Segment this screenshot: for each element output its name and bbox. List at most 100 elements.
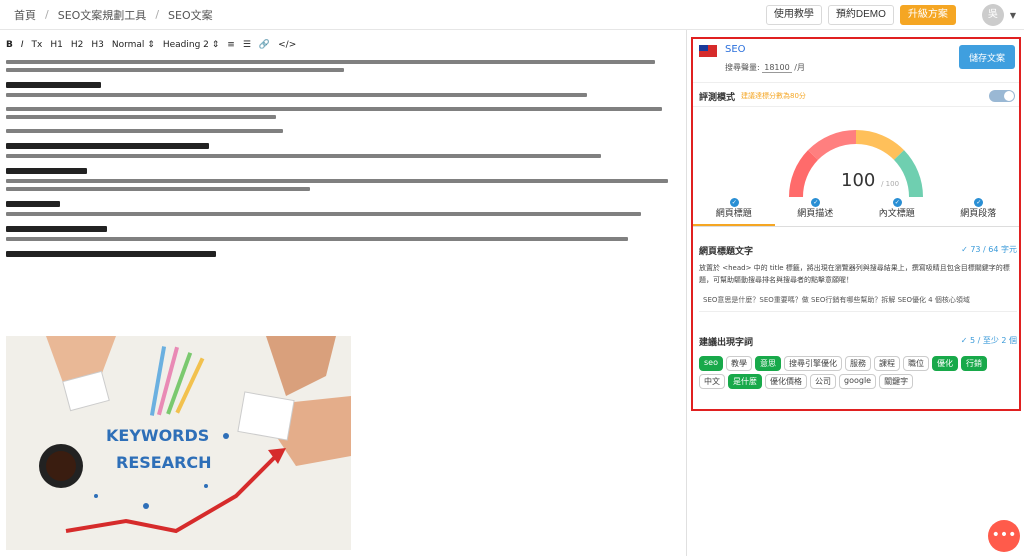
h2-button[interactable]: H2 — [71, 40, 84, 50]
mode-title: 評測模式 — [699, 93, 736, 103]
tab-label: 內文標題 — [878, 209, 915, 219]
text-line — [6, 187, 311, 191]
keyword-chip: 行銷 — [960, 356, 987, 371]
text-heading — [6, 82, 101, 88]
link-icon[interactable]: 🔗 — [259, 40, 270, 50]
section-tabs: ✓ 網頁標題 ✓ 網頁描述 ✓ 內文標題 ✓ 網頁段落 — [693, 198, 1020, 227]
char-count-value: 73 / 64 字元 — [970, 245, 1017, 254]
clear-format-button[interactable]: Tx — [32, 40, 43, 50]
breadcrumb-separator: / — [45, 8, 49, 21]
tab-content-headings[interactable]: ✓ 內文標題 — [856, 198, 938, 226]
score-max: / 100 — [881, 180, 900, 188]
suggested-words-section: 建議出現字詞 ✓ 5 / 至少 2 個 seo 教學 意思 搜尋引擎優化 服務 課程 職位優… — [699, 335, 1017, 389]
search-volume-unit: /月 — [794, 63, 805, 72]
style-select-value: Normal — [111, 40, 145, 50]
keyword-chip: 是什麼 — [728, 374, 762, 389]
breadcrumb-separator: / — [155, 8, 160, 21]
mode-toggle[interactable] — [989, 90, 1015, 102]
pane-divider — [686, 30, 687, 556]
code-icon[interactable]: </> — [278, 40, 296, 50]
check-icon: ✓ — [811, 198, 821, 207]
text-line — [6, 68, 344, 72]
bullet-list-icon[interactable]: ☰ — [243, 40, 251, 50]
section-description: 放置於 <head> 中的 title 標籤，將出現在瀏覽器列與搜尋結果上，撰寫… — [699, 264, 1010, 284]
check-icon: ✓ — [974, 198, 984, 207]
keyword-header: SEO 搜尋聲量: 18100 /月 儲存文案 — [693, 39, 1019, 83]
keyword-chip: 課程 — [873, 356, 900, 371]
search-volume: 搜尋聲量: 18100 /月 — [725, 62, 805, 73]
keyword-chip: 搜尋引擎優化 — [783, 356, 842, 371]
bold-button[interactable]: B — [6, 40, 13, 50]
target-keyword: SEO — [725, 44, 746, 55]
hero-line1: KEYWORDS — [106, 426, 209, 445]
keyword-chip: 公司 — [810, 374, 836, 389]
h3-button[interactable]: H3 — [91, 40, 104, 50]
score-number: 100 — [841, 170, 876, 191]
keyword-chip: seo — [699, 356, 723, 371]
heading-select-value: Heading 2 — [162, 40, 209, 50]
demo-button[interactable]: 預約DEMO — [827, 5, 894, 25]
top-actions: 使用教學 預約DEMO 升級方案 吳 ▼ — [765, 4, 1016, 26]
hero-line2: RESEARCH — [116, 453, 212, 472]
tab-label: 網頁描述 — [797, 209, 834, 219]
score-value: 100 / 100 — [841, 170, 899, 191]
keyword-chip: 優化價格 — [765, 374, 807, 389]
word-count: ✓ 5 / 至少 2 個 — [960, 336, 1017, 345]
keyword-chip: 意思 — [754, 356, 781, 371]
text-heading — [6, 201, 61, 207]
avatar[interactable]: 吳 — [981, 4, 1004, 26]
editor-toolbar: B I Tx H1 H2 H3 Normal ⇕ Heading 2 ⇕ ≡ ☰… — [0, 34, 686, 56]
breadcrumb-current: SEO文案 — [168, 8, 213, 22]
keyword-chip: 優化 — [931, 356, 958, 371]
heading-select[interactable]: Heading 2 ⇕ — [163, 40, 219, 50]
tab-label: 網頁段落 — [960, 209, 997, 219]
title-text-section: 網頁標題文字 ✓ 73 / 64 字元 放置於 <head> 中的 title … — [699, 244, 1017, 312]
text-line — [6, 179, 669, 183]
keywords-research-illustration: KEYWORDS RESEARCH — [6, 336, 351, 550]
keyword-chip: 服務 — [844, 356, 871, 371]
flag-icon — [699, 45, 717, 57]
title-text-field[interactable]: SEO意思是什麼？SEO重要嗎？做 SEO行銷有哪些幫助？拆解 SEO優化 4 … — [699, 291, 1017, 312]
check-icon: ✓ — [729, 198, 739, 207]
keyword-chip: google — [839, 374, 877, 389]
breadcrumb-tool[interactable]: SEO文案規劃工具 — [58, 7, 147, 23]
upgrade-button[interactable]: 升級方案 — [899, 5, 956, 25]
editor-content[interactable]: KEYWORDS RESEARCH — [6, 60, 682, 550]
tab-page-description[interactable]: ✓ 網頁描述 — [775, 198, 857, 226]
keyword-chips: seo 教學 意思 搜尋引擎優化 服務 課程 職位 優化 行銷 中文 是什麼 優化價格 公司 google… — [699, 356, 1009, 389]
tab-page-title[interactable]: ✓ 網頁標題 — [693, 198, 775, 226]
top-bar: 首頁 / SEO文案規劃工具 / SEO文案 使用教學 預約DEMO 升級方案 … — [0, 0, 1024, 30]
style-select[interactable]: Normal ⇕ — [112, 40, 155, 50]
text-line — [6, 93, 588, 97]
evaluation-mode-row: 評測模式 建議達標分數為80分 — [693, 83, 1019, 107]
more-options-button[interactable]: ••• — [988, 520, 1020, 552]
h1-button[interactable]: H1 — [50, 40, 63, 50]
article-image: KEYWORDS RESEARCH — [6, 336, 351, 550]
save-button[interactable]: 儲存文案 — [959, 45, 1015, 69]
tab-label: 網頁標題 — [715, 209, 752, 219]
text-heading — [6, 251, 216, 257]
tab-page-paragraphs[interactable]: ✓ 網頁段落 — [938, 198, 1020, 226]
seo-panel: SEO 搜尋聲量: 18100 /月 儲存文案 評測模式 建議達標分數為80分 … — [691, 37, 1021, 411]
italic-button[interactable]: I — [21, 40, 24, 50]
search-volume-label: 搜尋聲量: — [725, 63, 760, 72]
tutorial-button[interactable]: 使用教學 — [765, 5, 822, 25]
keyword-chip: 關鍵字 — [879, 374, 914, 389]
char-count: ✓ 73 / 64 字元 — [961, 245, 1017, 254]
word-count-value: 5 / 至少 2 個 — [969, 336, 1017, 345]
breadcrumb-home[interactable]: 首頁 — [14, 7, 36, 23]
ordered-list-icon[interactable]: ≡ — [227, 40, 235, 50]
text-heading — [6, 226, 108, 232]
text-line — [6, 60, 655, 64]
text-line — [6, 154, 601, 158]
text-line — [6, 107, 662, 111]
text-heading — [6, 143, 209, 149]
keyword-chip: 教學 — [725, 356, 752, 371]
text-line — [6, 129, 284, 133]
text-heading — [6, 168, 88, 174]
text-line — [6, 212, 642, 216]
keyword-chip: 中文 — [699, 374, 725, 389]
mode-hint: 建議達標分數為80分 — [741, 92, 806, 100]
chevron-down-icon[interactable]: ▼ — [1010, 11, 1016, 20]
check-icon: ✓ — [892, 198, 902, 207]
